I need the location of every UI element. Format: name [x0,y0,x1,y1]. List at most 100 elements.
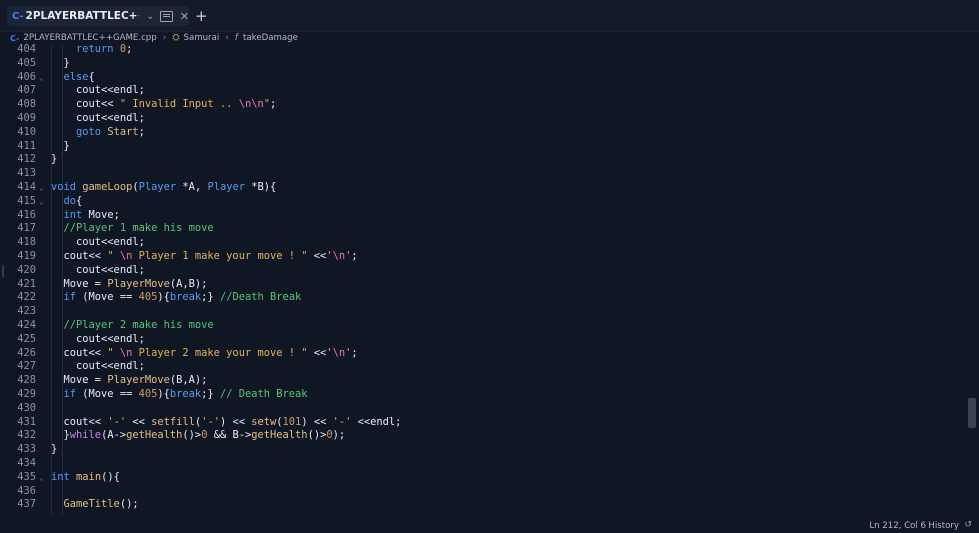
code-line[interactable]: 425 cout<<endl; [0,333,960,347]
code-text: cout<<endl; [51,264,145,278]
code-line[interactable]: 415 ⌄ do{ [0,195,960,209]
code-token: cout<< [51,250,108,262]
line-number: 408 [17,98,36,111]
code-text: cout<<endl; [51,333,145,347]
line-number: 432 [17,429,36,442]
code-line[interactable]: 417 //Player 1 make his move [0,222,960,236]
history-button[interactable]: History [928,521,959,531]
code-line[interactable]: 428 Move = PlayerMove(B,A); [0,374,960,388]
code-line[interactable]: 408 cout<< " Invalid Input .. \n\n"; [0,98,960,112]
fold-chevron-icon[interactable]: ⌄ [39,71,44,85]
code-line[interactable]: 434 [0,457,960,471]
code-token: ; [138,125,145,138]
code-text: } [51,57,70,71]
breadcrumb-function[interactable]: takeDamage [243,33,298,43]
fold-chevron-icon[interactable]: ⌄ [39,471,44,485]
code-editor[interactable]: 404 return 0; 405 } 406 ⌄ else{407 cout<<en… [0,44,979,516]
line-number: 435 [17,470,36,483]
code-line[interactable]: 435 ⌄ int main(){ [0,471,960,485]
code-line[interactable]: 409 cout<<endl; [0,112,960,126]
code-line[interactable]: 404 return 0; [0,44,960,57]
code-token: 101 [282,415,302,428]
history-icon[interactable]: ↺ [964,520,972,530]
code-token: void [51,181,77,193]
code-token: '-' [107,415,127,428]
pages-icon[interactable] [160,10,173,22]
line-number: 404 [17,44,36,55]
code-token: (A-> [101,429,127,442]
code-text: } [51,140,70,154]
fold-chevron-icon[interactable]: ⌄ [39,195,44,209]
code-line[interactable]: 419 cout<< " \n Player 1 make your move … [0,250,960,264]
code-text: if (Move == 405){break;} //Death Break [51,291,302,305]
code-line[interactable]: 412} [0,153,960,167]
line-number: 407 [17,84,36,97]
tab-title[interactable]: 2PLAYERBATTLEC++GAM... [26,10,139,22]
code-line[interactable]: 413 [0,167,960,181]
code-line[interactable]: 424 //Player 2 make his move [0,319,960,333]
line-number: 416 [17,208,36,221]
close-icon[interactable]: ✕ [180,10,189,23]
code-line[interactable]: 411 } [0,140,960,154]
line-number: 430 [17,401,36,414]
cursor-position[interactable]: Ln 212, Col 6 [869,521,926,531]
gutter-marker [2,265,4,277]
code-line[interactable]: 426 cout<< " \n Player 2 make your move … [0,347,960,361]
fold-chevron-icon[interactable]: ⌄ [39,181,44,195]
code-text: Move = PlayerMove(B,A); [51,374,208,388]
plus-icon[interactable]: + [195,7,208,25]
code-line[interactable]: 410 goto Start; [0,126,960,140]
code-token: cout<< [51,346,108,359]
line-number: 420 [17,263,36,276]
code-line[interactable]: 433} [0,443,960,457]
code-token: PlayerMove [107,277,170,290]
code-line[interactable]: 418 cout<<endl; [0,236,960,250]
code-token: getHealth [126,429,183,442]
code-token: cout<<endl; [51,112,145,124]
code-token: cout<<endl; [51,360,145,373]
code-token: ()> [182,429,202,442]
line-number: 426 [17,346,36,359]
code-token: GameTitle [63,498,120,511]
code-token: (); [119,498,139,511]
breadcrumb-file[interactable]: 2PLAYERBATTLEC++GAME.cpp [23,33,156,43]
code-line[interactable]: 405 } [0,57,960,71]
code-token: ) << [301,415,333,428]
line-number: 414 [17,181,36,193]
code-line[interactable]: 420 cout<<endl; [0,264,960,278]
code-line[interactable]: 421 Move = PlayerMove(A,B); [0,278,960,292]
code-line[interactable]: 431 cout<< '-' << setfill('-') << setw(1… [0,416,960,430]
code-token: (A,B); [169,277,208,290]
code-line[interactable]: 414 ⌄ void gameLoop(Player *A, Player *B){ [0,181,960,195]
code-line[interactable]: 437 GameTitle(); [0,498,960,512]
code-token: Player 2 make your move ! " [132,346,308,359]
line-number: 418 [17,236,36,249]
code-line[interactable]: 407 cout<<endl; [0,84,960,98]
code-token: ; [351,250,358,262]
class-icon: ⛭ [172,33,180,43]
code-token: cout<<endl; [51,263,145,276]
code-line[interactable]: 423 [0,305,960,319]
code-token: getHealth [251,429,308,442]
code-line[interactable]: 416 int Move; [0,209,960,223]
code-token: \n [119,250,133,262]
code-text: Move = PlayerMove(A,B); [51,277,208,292]
code-line[interactable]: 436 [0,485,960,499]
code-token: ){ [157,291,170,304]
code-line[interactable]: 429 if (Move == 405){break;} // Death Br… [0,388,960,402]
vertical-scrollbar[interactable] [968,398,976,428]
chevron-down-icon[interactable]: ⌄ [145,11,157,22]
code-line[interactable]: 432 }while(A->getHealth()>0 && B->getHea… [0,429,960,443]
code-line[interactable]: 430 [0,402,960,416]
code-line[interactable]: 422 if (Move == 405){break;} //Death Bre… [0,291,960,305]
editor-tab[interactable]: C- 2PLAYERBATTLEC++GAM... ⌄ ✕ [7,6,189,26]
code-token: break [169,388,202,400]
code-line[interactable]: 406 ⌄ else{ [0,71,960,85]
code-line[interactable]: 427 cout<<endl; [0,360,960,374]
breadcrumb-class[interactable]: Samurai [184,33,220,43]
